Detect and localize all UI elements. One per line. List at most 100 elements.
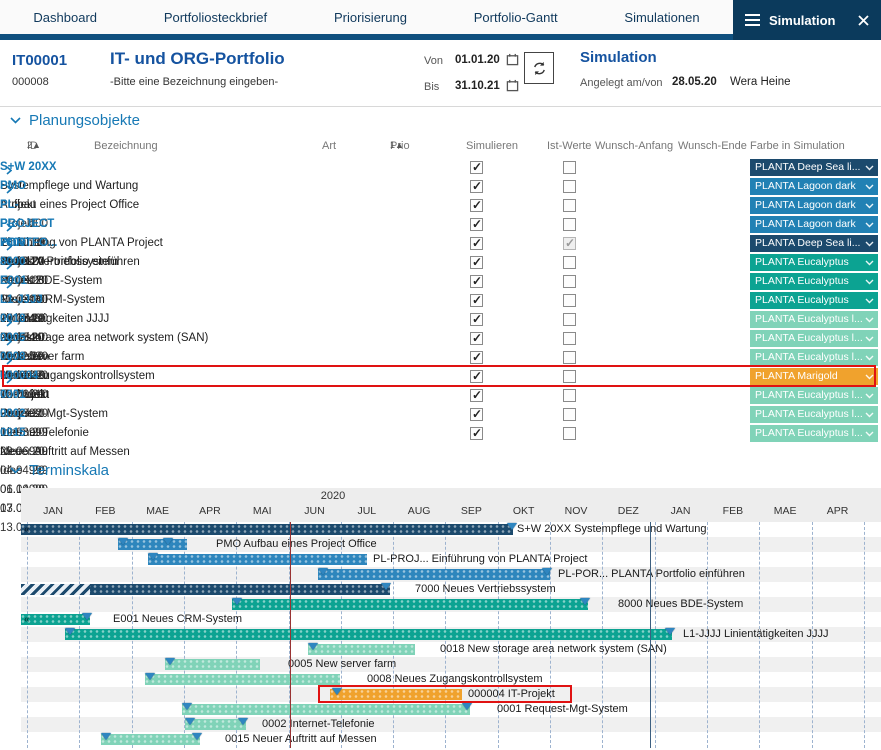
farbe-dropdown[interactable]: PLANTA Eucalyptus l... xyxy=(750,387,878,404)
farbe-dropdown[interactable]: PLANTA Marigold xyxy=(750,368,878,385)
table-row[interactable]: 0015Neuer Auftritt auf MessenIdee99913.0… xyxy=(0,424,881,443)
table-row[interactable]: 0002Internet-TelefonieIdee99906.04.2007.… xyxy=(0,405,881,424)
table-row[interactable]: 8000Neues BDE-SystemProjekt43001.05.2025… xyxy=(0,253,881,272)
refresh-button[interactable] xyxy=(524,52,554,84)
ist-werte-checkbox[interactable] xyxy=(563,313,576,326)
table-row[interactable]: 0018New storage area network system (SAN… xyxy=(0,310,881,329)
farbe-dropdown[interactable]: PLANTA Deep Sea li... xyxy=(750,235,878,252)
gantt-bar[interactable] xyxy=(318,569,550,580)
simulieren-checkbox[interactable] xyxy=(470,180,483,193)
simulieren-checkbox[interactable] xyxy=(470,294,483,307)
simulieren-checkbox[interactable] xyxy=(470,237,483,250)
simulieren-checkbox[interactable] xyxy=(470,161,483,174)
ist-werte-checkbox[interactable] xyxy=(563,427,576,440)
calendar-icon-von[interactable] xyxy=(506,53,519,66)
ist-werte-checkbox[interactable] xyxy=(563,389,576,402)
ist-werte-checkbox[interactable] xyxy=(563,370,576,383)
col-bezeichnung[interactable]: Bezeichnung xyxy=(94,140,158,152)
section-terminskala[interactable]: Terminskala xyxy=(10,462,109,479)
simulieren-checkbox[interactable] xyxy=(470,332,483,345)
farbe-dropdown[interactable]: PLANTA Eucalyptus l... xyxy=(750,425,878,442)
gantt-bar[interactable] xyxy=(232,599,588,610)
col-wunsch-ende[interactable]: Wunsch-Ende xyxy=(678,140,747,152)
table-row[interactable]: S+W 20XXSystempflege und WartungProjekt1… xyxy=(0,158,881,177)
simulieren-checkbox[interactable] xyxy=(470,370,483,383)
row-id[interactable]: L1-JJJJ xyxy=(0,291,64,310)
farbe-dropdown[interactable]: PLANTA Lagoon dark xyxy=(750,197,878,214)
gantt-bar[interactable] xyxy=(145,674,340,685)
col-wunsch-anfang[interactable]: Wunsch-Anfang xyxy=(595,140,673,152)
gantt-bar[interactable] xyxy=(308,644,415,655)
section-planungsobjekte[interactable]: Planungsobjekte xyxy=(10,112,140,129)
gantt-bar[interactable] xyxy=(148,554,367,565)
gantt-bar[interactable] xyxy=(118,539,187,550)
gantt-bar[interactable]: « xyxy=(21,524,513,535)
simulieren-checkbox[interactable] xyxy=(470,275,483,288)
gantt-bar[interactable]: « xyxy=(21,614,90,625)
farbe-dropdown[interactable]: PLANTA Lagoon dark xyxy=(750,216,878,233)
nav-item-dashboard[interactable]: Dashboard xyxy=(33,10,97,25)
hamburger-menu-icon[interactable] xyxy=(745,14,760,26)
gantt-bar[interactable] xyxy=(101,734,200,745)
ist-werte-checkbox[interactable] xyxy=(563,332,576,345)
ist-werte-checkbox[interactable] xyxy=(563,351,576,364)
bis-date-field[interactable]: 31.10.21 xyxy=(455,80,500,92)
table-row[interactable]: E001Neues CRM-SystemProjekt44011.12.1905… xyxy=(0,272,881,291)
gantt-bar[interactable] xyxy=(330,689,462,700)
gantt-bar[interactable] xyxy=(182,704,470,715)
simulieren-checkbox[interactable] xyxy=(470,256,483,269)
table-row[interactable]: PL-PROJECTEinführung von PLANTA ProjectP… xyxy=(0,196,881,215)
farbe-dropdown[interactable]: PLANTA Eucalyptus xyxy=(750,273,878,290)
simulieren-checkbox[interactable] xyxy=(470,199,483,212)
nav-item-priorisierung[interactable]: Priorisierung xyxy=(334,10,407,25)
ist-werte-checkbox[interactable] xyxy=(563,237,576,250)
gantt-bar[interactable] xyxy=(165,659,260,670)
ist-werte-checkbox[interactable] xyxy=(563,275,576,288)
table-row[interactable]: 0001Request-Mgt-SystemIdee99904.04.2001.… xyxy=(0,386,881,405)
ist-werte-checkbox[interactable] xyxy=(563,218,576,231)
simulieren-checkbox[interactable] xyxy=(470,427,483,440)
table-row[interactable]: L1-JJJJLinientätigkeiten JJJJProjekt5301… xyxy=(0,291,881,310)
ist-werte-checkbox[interactable] xyxy=(563,256,576,269)
ist-werte-checkbox[interactable] xyxy=(563,199,576,212)
simulieren-checkbox[interactable] xyxy=(470,389,483,402)
nav-item-portfoliosteckbrief[interactable]: Portfoliosteckbrief xyxy=(164,10,267,25)
col-art[interactable]: Art xyxy=(322,140,336,152)
farbe-dropdown[interactable]: PLANTA Eucalyptus l... xyxy=(750,330,878,347)
ist-werte-checkbox[interactable] xyxy=(563,180,576,193)
nav-item-simulationen[interactable]: Simulationen xyxy=(624,10,699,25)
table-row[interactable]: PMOAufbau eines Project OfficeProjekt110… xyxy=(0,177,881,196)
row-id[interactable]: 0015 xyxy=(0,424,64,443)
close-icon[interactable] xyxy=(858,15,869,26)
tab-simulation[interactable]: Simulation xyxy=(733,0,881,40)
farbe-dropdown[interactable]: PLANTA Eucalyptus xyxy=(750,254,878,271)
col-simulieren[interactable]: Simulieren xyxy=(466,140,518,152)
von-date-field[interactable]: 01.01.20 xyxy=(455,54,500,66)
gantt-bar[interactable] xyxy=(65,629,672,640)
farbe-dropdown[interactable]: PLANTA Eucalyptus l... xyxy=(750,311,878,328)
farbe-dropdown[interactable]: PLANTA Eucalyptus l... xyxy=(750,406,878,423)
calendar-icon-bis[interactable] xyxy=(506,79,519,92)
farbe-dropdown[interactable]: PLANTA Lagoon dark xyxy=(750,178,878,195)
gantt-bar[interactable] xyxy=(21,584,390,595)
row-id[interactable]: 0002 xyxy=(0,405,64,424)
table-row[interactable]: 7000Neues VertriebssystemProjekt14017.12… xyxy=(0,234,881,253)
table-row[interactable]: PL-PORTFO...PLANTA Portfolio einführenPr… xyxy=(0,215,881,234)
table-row[interactable]: 000004IT-ProjektProjekt99929.06.20PLANTA… xyxy=(0,367,881,386)
farbe-dropdown[interactable]: PLANTA Eucalyptus l... xyxy=(750,349,878,366)
ist-werte-checkbox[interactable] xyxy=(563,294,576,307)
col-ist-werte[interactable]: Ist-Werte xyxy=(547,140,591,152)
table-row[interactable]: 0005New server farmVorhaben91023.03.20PL… xyxy=(0,329,881,348)
farbe-dropdown[interactable]: PLANTA Deep Sea li... xyxy=(750,159,878,176)
col-farbe[interactable]: Farbe in Simulation xyxy=(750,140,845,152)
simulieren-checkbox[interactable] xyxy=(470,313,483,326)
table-row[interactable]: 0008Neues ZugangskontrollsystemVorhaben9… xyxy=(0,348,881,367)
row-id[interactable]: 0001 xyxy=(0,386,64,405)
ist-werte-checkbox[interactable] xyxy=(563,408,576,421)
simulieren-checkbox[interactable] xyxy=(470,351,483,364)
simulieren-checkbox[interactable] xyxy=(470,218,483,231)
farbe-dropdown[interactable]: PLANTA Eucalyptus xyxy=(750,292,878,309)
ist-werte-checkbox[interactable] xyxy=(563,161,576,174)
portfolio-subtitle-input[interactable]: -Bitte eine Bezeichnung eingeben- xyxy=(110,76,278,88)
simulieren-checkbox[interactable] xyxy=(470,408,483,421)
